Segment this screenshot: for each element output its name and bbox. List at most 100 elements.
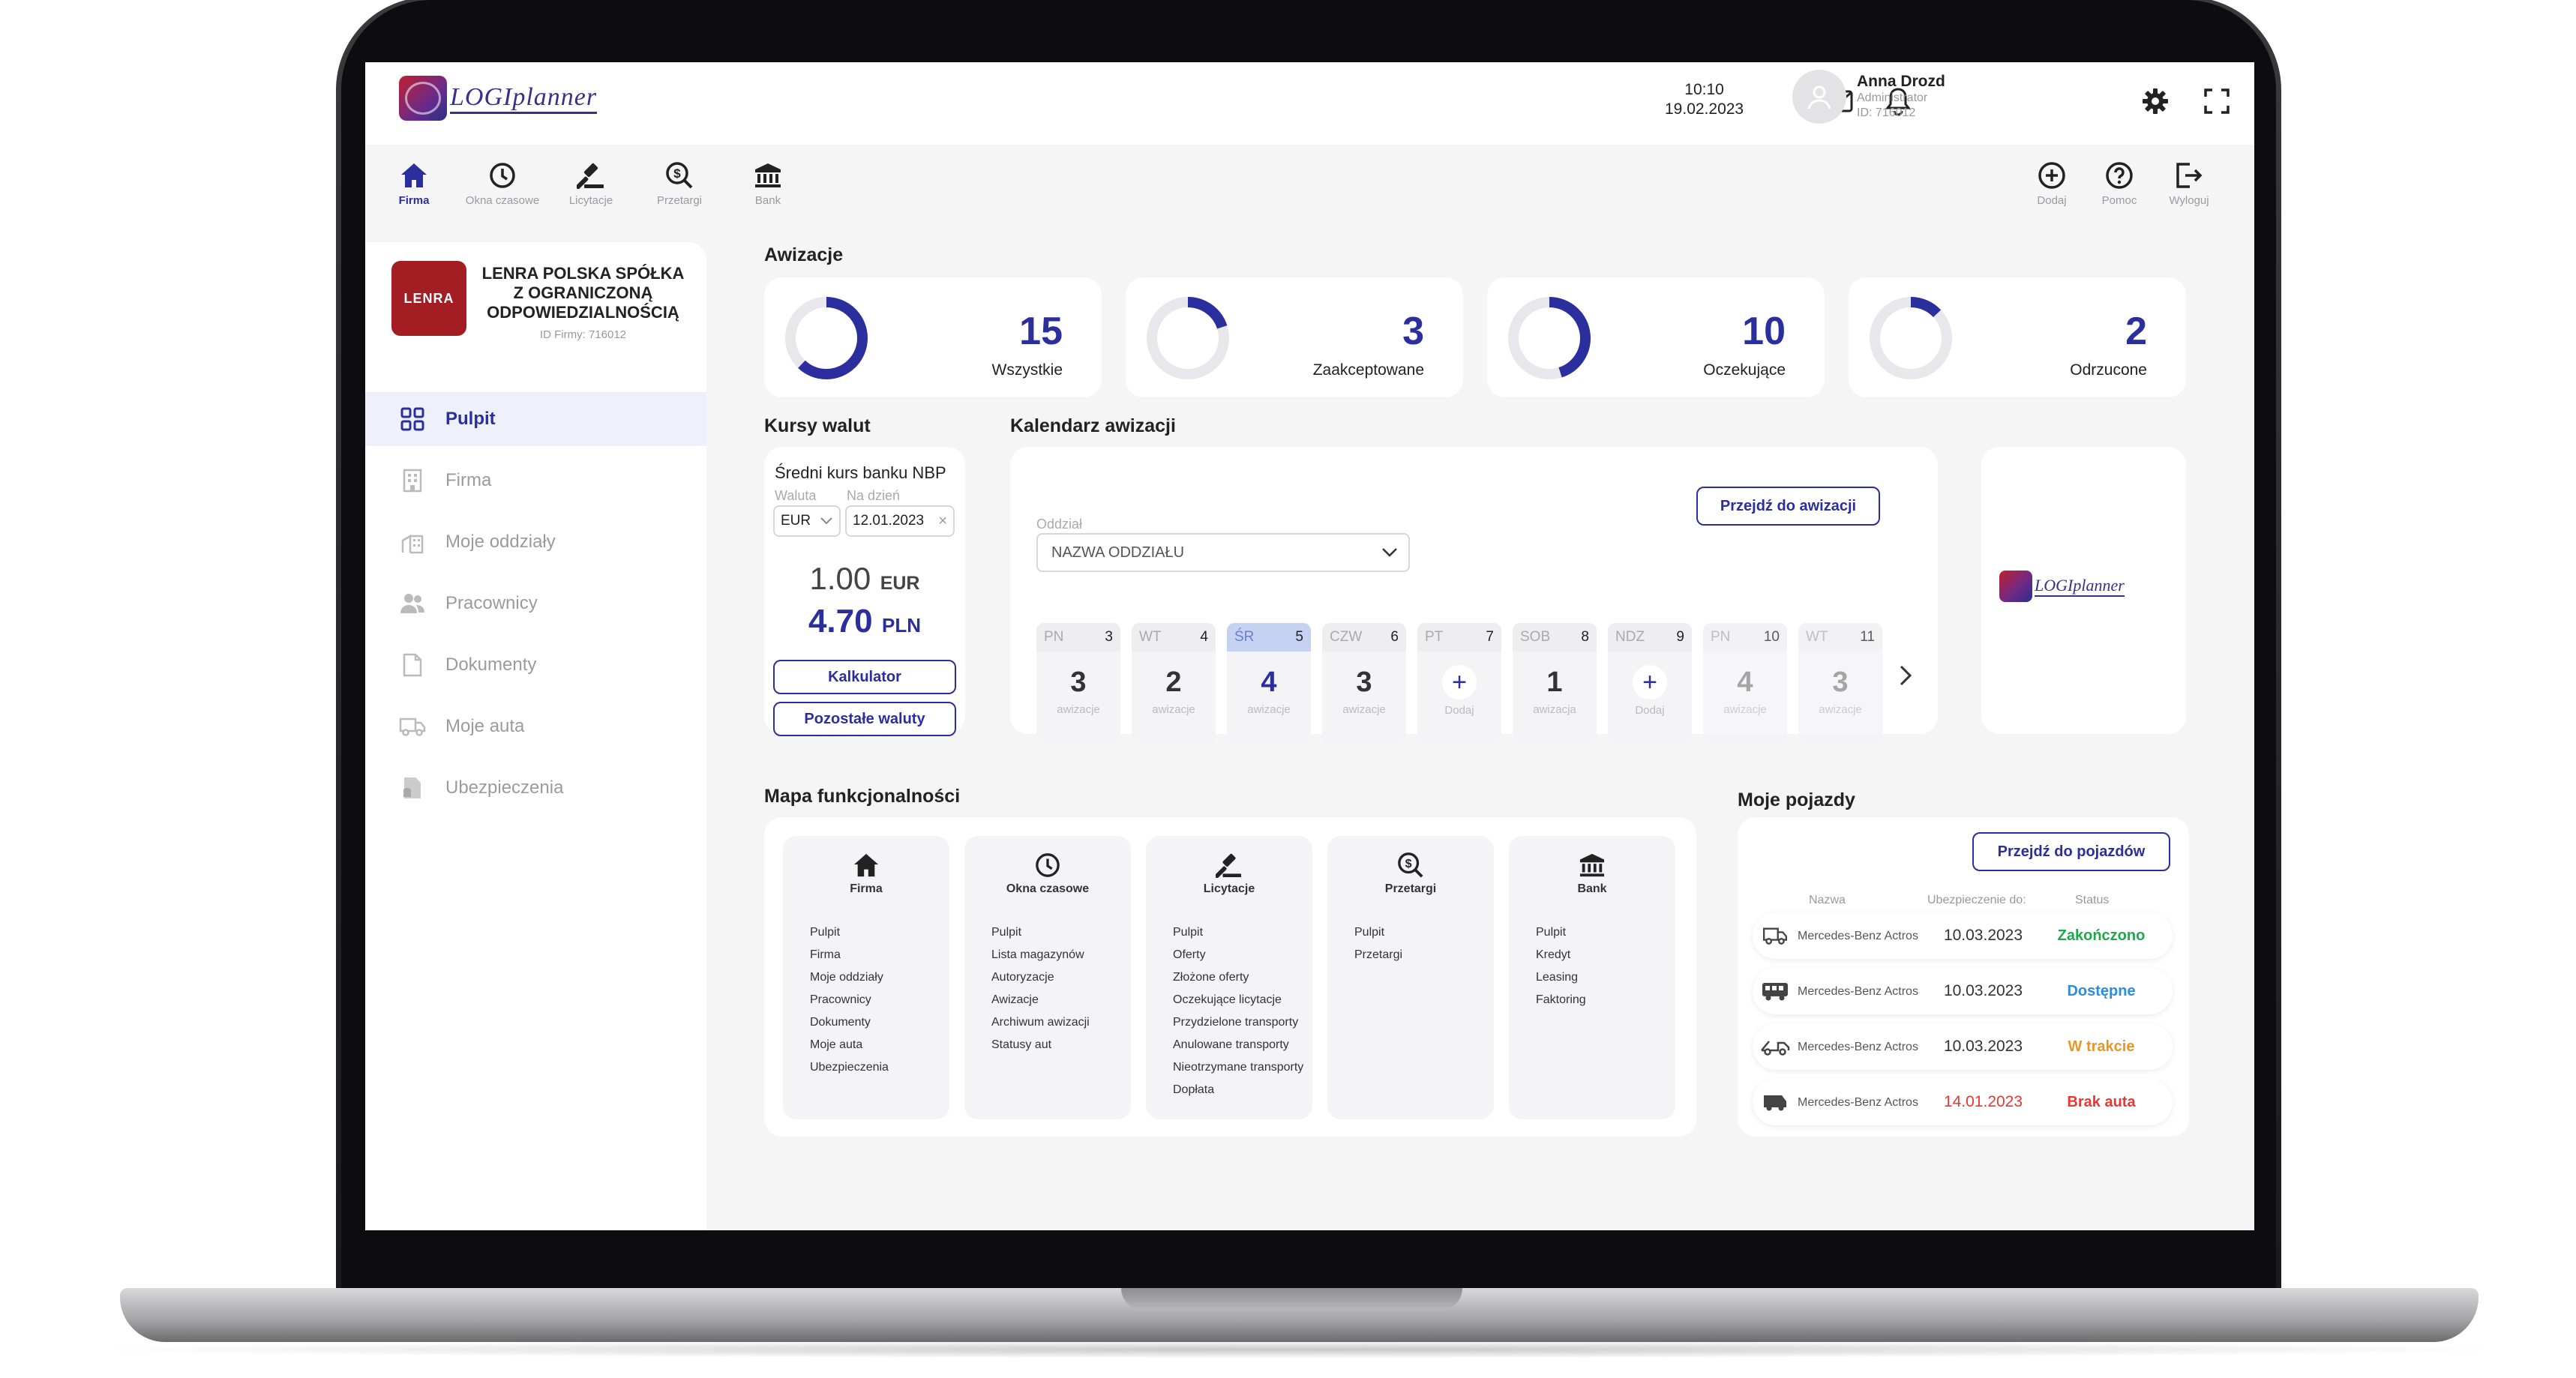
gear-icon[interactable] [2139, 85, 2172, 118]
feature-col-title: Przetargi [1384, 882, 1437, 895]
go-to-vehicles-button[interactable]: Przejdź do pojazdów [1972, 832, 2170, 871]
sidebar-item-moje-oddzialy[interactable]: Moje oddziały [365, 515, 706, 569]
feature-link[interactable]: Moje auta [810, 1034, 949, 1056]
awizacje-title: Awizacje [764, 244, 844, 265]
nav-okna-czasowe[interactable]: Okna czasowe [461, 160, 544, 207]
feature-link[interactable]: Dokumenty [810, 1011, 949, 1034]
feature-link[interactable]: Pulpit [810, 921, 949, 944]
mapa-title: Mapa funkcjonalności [764, 786, 961, 807]
feature-link[interactable]: Pulpit [1354, 921, 1494, 944]
feature-link[interactable]: Firma [810, 944, 949, 966]
stat-card-oczekujace[interactable]: 10 Oczekujące [1487, 277, 1825, 397]
calendar-day-selected[interactable]: ŚR 5 4 awizacje [1227, 623, 1311, 743]
nav-label: Firma [398, 194, 430, 207]
feature-list: Pulpit Lista magazynów Autoryzacje Awiza… [991, 921, 1131, 1056]
user-info: Anna Drozd Administrator ID: 716012 [1857, 73, 1945, 121]
feature-link[interactable]: Kredyt [1536, 944, 1675, 966]
branch-select[interactable]: NAZWA ODDZIAŁU [1036, 533, 1410, 572]
nav-pomoc[interactable]: Pomoc [2086, 160, 2153, 207]
nav-label: Wyloguj [2169, 194, 2209, 207]
feature-link[interactable]: Pulpit [991, 921, 1131, 944]
company-card: LENRA LENRA POLSKA SPÓŁKA Z OGRANICZONĄ … [391, 261, 691, 351]
add-icon[interactable]: + [1633, 665, 1667, 699]
currency-select[interactable]: EUR [773, 505, 841, 537]
date-field[interactable]: 12.01.2023 × [845, 505, 955, 537]
go-to-awizacje-button[interactable]: Przejdź do awizacji [1696, 487, 1880, 526]
stat-value: 10 [1742, 310, 1786, 353]
feature-link[interactable]: Moje oddziały [810, 966, 949, 989]
nav-dodaj[interactable]: Dodaj [2018, 160, 2086, 207]
sidebar-item-moje-auta[interactable]: Moje auta [365, 699, 706, 753]
sidebar-item-dokumenty[interactable]: Dokumenty [365, 638, 706, 692]
feature-link[interactable]: Oczekujące licytacje [1173, 989, 1312, 1011]
vehicle-name: Mercedes-Benz Actros [1798, 984, 1918, 998]
vehicle-name: Mercedes-Benz Actros [1798, 929, 1918, 942]
stat-card-odrzucone[interactable]: 2 Odrzucone [1849, 277, 2186, 397]
app-logo[interactable]: LOGIplanner [399, 76, 598, 121]
feature-link[interactable]: Leasing [1536, 966, 1675, 989]
nav-przetargi[interactable]: $ Przetargi [638, 160, 721, 207]
feature-link[interactable]: Złożone oferty [1173, 966, 1312, 989]
feature-link[interactable]: Lista magazynów [991, 944, 1131, 966]
feature-link[interactable]: Statusy aut [991, 1034, 1131, 1056]
calculator-button[interactable]: Kalkulator [773, 660, 956, 694]
feature-link[interactable]: Autoryzacje [991, 966, 1131, 989]
feature-link[interactable]: Przetargi [1354, 944, 1494, 966]
calendar-day-add[interactable]: NDZ 9 + Dodaj [1608, 623, 1692, 743]
sidebar-item-pulpit[interactable]: Pulpit [365, 392, 706, 446]
calendar-day[interactable]: WT 4 2 awizacje [1132, 623, 1216, 743]
feature-link[interactable]: Pulpit [1536, 921, 1675, 944]
feature-list: Pulpit Przetargi [1354, 921, 1494, 966]
feature-link[interactable]: Archiwum awizacji [991, 1011, 1131, 1034]
sidebar-item-pracownicy[interactable]: Pracownicy [365, 577, 706, 631]
calendar-day[interactable]: SOB 8 1 awizacja [1513, 623, 1597, 743]
feature-link[interactable]: Oferty [1173, 944, 1312, 966]
stat-label: Wszystkie [991, 361, 1063, 379]
calendar-day-add[interactable]: PT 7 + Dodaj [1417, 623, 1501, 743]
day-number: 8 [1581, 629, 1589, 645]
feature-link[interactable]: Ubezpieczenia [810, 1056, 949, 1079]
vehicle-row[interactable]: Mercedes-Benz Actros 10.03.2023 Dostępne [1753, 968, 2173, 1014]
nav-licytacje[interactable]: Licytacje [550, 160, 632, 207]
branch-select-value: NAZWA ODDZIAŁU [1051, 544, 1185, 561]
feature-link[interactable]: Przydzielone transporty [1173, 1011, 1312, 1034]
vehicle-row[interactable]: Mercedes-Benz Actros 14.01.2023 Brak aut… [1753, 1079, 2173, 1125]
calendar-day[interactable]: PN 10 4 awizacje [1703, 623, 1787, 743]
stat-card-zaakceptowane[interactable]: 3 Zaakceptowane [1126, 277, 1463, 397]
module-nav: Firma Okna czasowe Licytacje $ Przetargi… [365, 145, 2254, 227]
clear-icon[interactable]: × [938, 513, 947, 530]
vehicle-status: Dostępne [2067, 982, 2136, 999]
feature-link[interactable]: Nieotrzymane transporty [1173, 1056, 1312, 1079]
pojazdy-title: Moje pojazdy [1738, 789, 1855, 810]
day-of-week: WT [1139, 629, 1162, 645]
sidebar-item-firma[interactable]: Firma [365, 454, 706, 508]
user-menu[interactable]: Anna Drozd Administrator ID: 716012 [1792, 70, 1945, 124]
sidebar-item-ubezpieczenia[interactable]: Ubezpieczenia [365, 761, 706, 815]
clock: 10:10 19.02.2023 [1665, 80, 1744, 119]
search-dollar-icon: $ [1327, 851, 1494, 879]
day-sub: awizacje [1342, 703, 1386, 716]
vehicle-row[interactable]: Mercedes-Benz Actros 10.03.2023 Zakończo… [1753, 912, 2173, 959]
sidebar-item-label: Pracownicy [445, 593, 538, 613]
nav-wyloguj[interactable]: Wyloguj [2153, 160, 2225, 207]
calendar-day[interactable]: PN 3 3 awizacje [1036, 623, 1120, 743]
vehicles-col-name: Nazwa [1809, 894, 1846, 906]
fullscreen-icon[interactable] [2200, 85, 2233, 118]
chevron-right-icon[interactable] [1899, 664, 1912, 690]
add-icon[interactable]: + [1442, 665, 1477, 699]
currency-card: Średni kurs banku NBP Waluta Na dzień EU… [764, 447, 965, 736]
nav-bank[interactable]: Bank [727, 160, 809, 207]
calendar-day[interactable]: CZW 6 3 awizacje [1322, 623, 1406, 743]
feature-link[interactable]: Awizacje [991, 989, 1131, 1011]
feature-link[interactable]: Anulowane transporty [1173, 1034, 1312, 1056]
feature-link[interactable]: Pulpit [1173, 921, 1312, 944]
feature-link[interactable]: Pracownicy [810, 989, 949, 1011]
nav-firma[interactable]: Firma [373, 160, 455, 207]
vehicle-row[interactable]: Mercedes-Benz Actros 10.03.2023 W trakci… [1753, 1023, 2173, 1070]
feature-link[interactable]: Dopłata [1173, 1079, 1312, 1101]
feature-link[interactable]: Faktoring [1536, 989, 1675, 1011]
other-currencies-button[interactable]: Pozostałe waluty [773, 702, 956, 736]
stat-card-wszystkie[interactable]: 15 Wszystkie [764, 277, 1102, 397]
calendar-day[interactable]: WT 11 3 awizacje [1798, 623, 1882, 743]
day-number: 5 [1295, 629, 1303, 645]
